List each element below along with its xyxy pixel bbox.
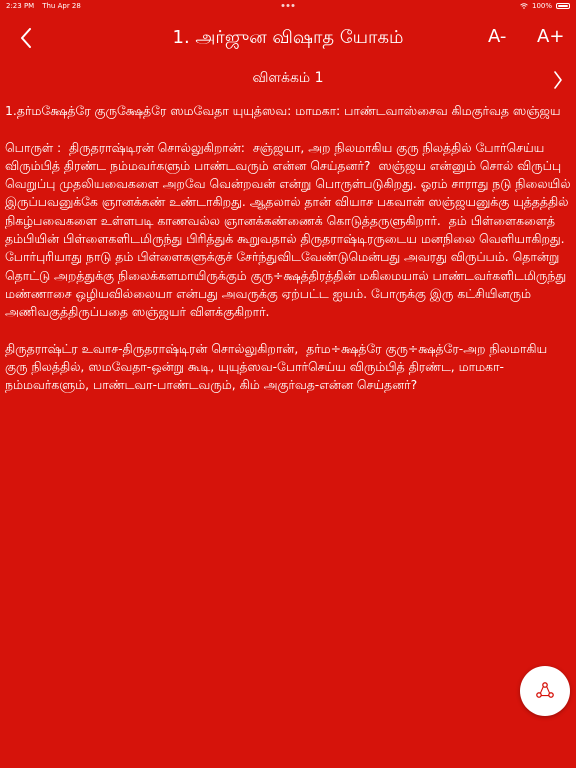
status-date: Thu Apr 28 — [42, 2, 81, 10]
word-meaning-text: திருதராஷ்ட்ர உவாச-திருதராஷ்டிரன் சொல்லுக… — [5, 340, 552, 393]
chevron-right-icon — [554, 71, 562, 89]
navigation-bar: 1. அர்ஜுன விஷாத யோகம் A- A+ — [0, 18, 576, 58]
increase-font-button[interactable]: A+ — [537, 26, 564, 47]
share-icon — [536, 682, 554, 698]
status-right: 100% — [520, 2, 570, 10]
decrease-font-button[interactable]: A- — [488, 26, 506, 47]
section-title: விளக்கம் 1 — [252, 70, 324, 86]
wifi-icon — [520, 3, 528, 9]
meaning-text: பொருள் : திருதராஷ்டிரன் சொல்லுகிறான்: சஞ… — [5, 139, 575, 320]
status-bar: 2:23 PM Thu Apr 28 100% — [0, 0, 576, 12]
next-button[interactable] — [548, 68, 568, 92]
status-left: 2:23 PM Thu Apr 28 — [6, 2, 81, 10]
multitasking-dots-icon[interactable] — [281, 4, 295, 7]
battery-percent: 100% — [531, 2, 552, 10]
screen: 2:23 PM Thu Apr 28 100% 1. அர்ஜுன விஷாத … — [0, 0, 576, 768]
status-time: 2:23 PM — [6, 2, 35, 10]
battery-icon — [556, 3, 570, 9]
share-button[interactable] — [520, 666, 570, 716]
commentary-content: 1.தர்மக்ஷேத்ரே குருக்ஷேத்ரே ஸமவேதா யுயுத… — [5, 102, 571, 395]
section-header: விளக்கம் 1 — [0, 68, 576, 92]
verse-text: 1.தர்மக்ஷேத்ரே குருக்ஷேத்ரே ஸமவேதா யுயுத… — [5, 103, 561, 118]
